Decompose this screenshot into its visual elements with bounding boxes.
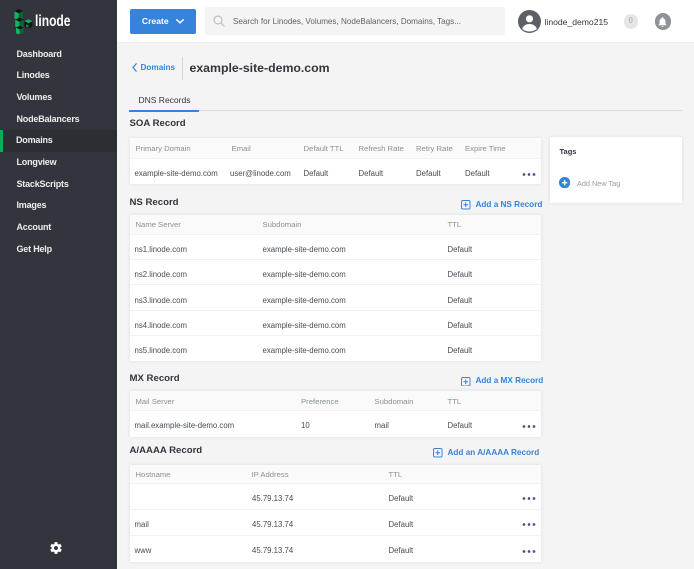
svg-text:linode: linode bbox=[35, 13, 71, 30]
